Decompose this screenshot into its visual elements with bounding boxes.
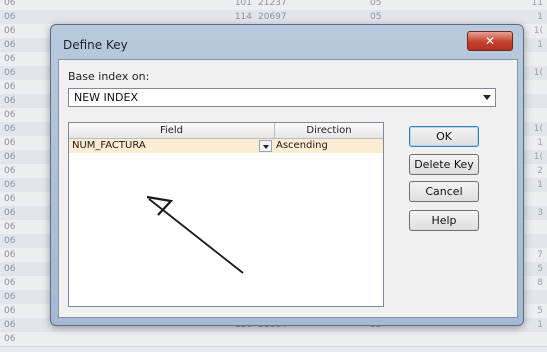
sheet-cell: 06	[4, 166, 16, 176]
sheet-cell: 06	[4, 236, 16, 246]
cancel-button[interactable]: Cancel	[409, 181, 479, 202]
sheet-cell: 06	[4, 194, 16, 204]
sheet-cell: 1	[537, 138, 543, 148]
sheet-cell: 06	[4, 138, 16, 148]
dialog-body: Base index on: NEW INDEX Field Direction…	[58, 59, 518, 318]
sheet-cell: 1(	[533, 152, 543, 162]
sheet-cell: 06	[4, 306, 16, 316]
sheet-cell: 06	[4, 278, 16, 288]
ok-button[interactable]: OK	[409, 126, 479, 147]
sheet-cell: 06	[4, 334, 16, 344]
sheet-cell: 1	[537, 12, 543, 22]
sheet-cell: 1(	[533, 26, 543, 36]
sheet-cell: 06	[4, 208, 16, 218]
sheet-cell: 5	[537, 264, 543, 274]
sheet-cell: 20697	[258, 12, 287, 22]
sheet-row: 06 114 20697 05 1	[0, 10, 547, 25]
sheet-cell: 06	[4, 68, 16, 78]
pointer-arrow-annotation	[146, 195, 244, 274]
help-button[interactable]: Help	[409, 210, 479, 231]
key-fields-grid: Field Direction NUM_FACTURA Ascending	[68, 122, 384, 307]
base-index-value: NEW INDEX	[74, 91, 138, 104]
base-index-select[interactable]: NEW INDEX	[68, 88, 496, 107]
sheet-cell: 06	[4, 320, 16, 330]
sheet-cell: 1	[537, 320, 543, 330]
sheet-cell: 7	[537, 250, 543, 260]
close-button[interactable]: ✕	[467, 31, 513, 51]
define-key-dialog: Define Key ✕ Base index on: NEW INDEX Fi…	[50, 24, 524, 326]
sheet-cell: 06	[4, 124, 16, 134]
sheet-cell: 05	[370, 12, 382, 22]
sheet-cell: 3	[537, 208, 543, 218]
sheet-cell: 06	[4, 292, 16, 302]
close-icon: ✕	[484, 34, 496, 48]
sheet-cell: 06	[4, 264, 16, 274]
sheet-cell: 06	[4, 54, 16, 64]
sheet-cell: 11	[531, 0, 543, 8]
dialog-title: Define Key	[63, 38, 128, 52]
sheet-cell: 2	[537, 166, 543, 176]
sheet-cell: 101	[234, 0, 252, 8]
sheet-cell: 1(	[533, 124, 543, 134]
sheet-cell: 1	[537, 180, 543, 190]
sheet-cell: 114	[234, 12, 252, 22]
sheet-cell: 06	[4, 110, 16, 120]
sheet-cell: 06	[4, 40, 16, 50]
sheet-row: 06	[0, 332, 547, 347]
sheet-cell: 06	[4, 26, 16, 36]
sheet-cell: 06	[4, 82, 16, 92]
chevron-down-icon[interactable]	[483, 95, 491, 100]
title-bar[interactable]: Define Key ✕	[51, 25, 523, 59]
base-index-label: Base index on:	[68, 70, 150, 83]
sheet-cell: 06	[4, 222, 16, 232]
sheet-cell: 1(	[533, 68, 543, 78]
sheet-cell: 5	[537, 306, 543, 316]
sheet-cell: 1	[537, 40, 543, 50]
sheet-cell: 05	[370, 0, 382, 8]
sheet-cell: 06	[4, 250, 16, 260]
sheet-cell: 21237	[258, 0, 287, 8]
sheet-cell: 06	[4, 12, 16, 22]
sheet-cell: 8	[537, 278, 543, 288]
delete-key-button[interactable]: Delete Key	[409, 154, 479, 175]
sheet-cell: 06	[4, 180, 16, 190]
sheet-cell: 06	[4, 0, 16, 8]
sheet-cell: 06	[4, 152, 16, 162]
sheet-cell: 06	[4, 96, 16, 106]
